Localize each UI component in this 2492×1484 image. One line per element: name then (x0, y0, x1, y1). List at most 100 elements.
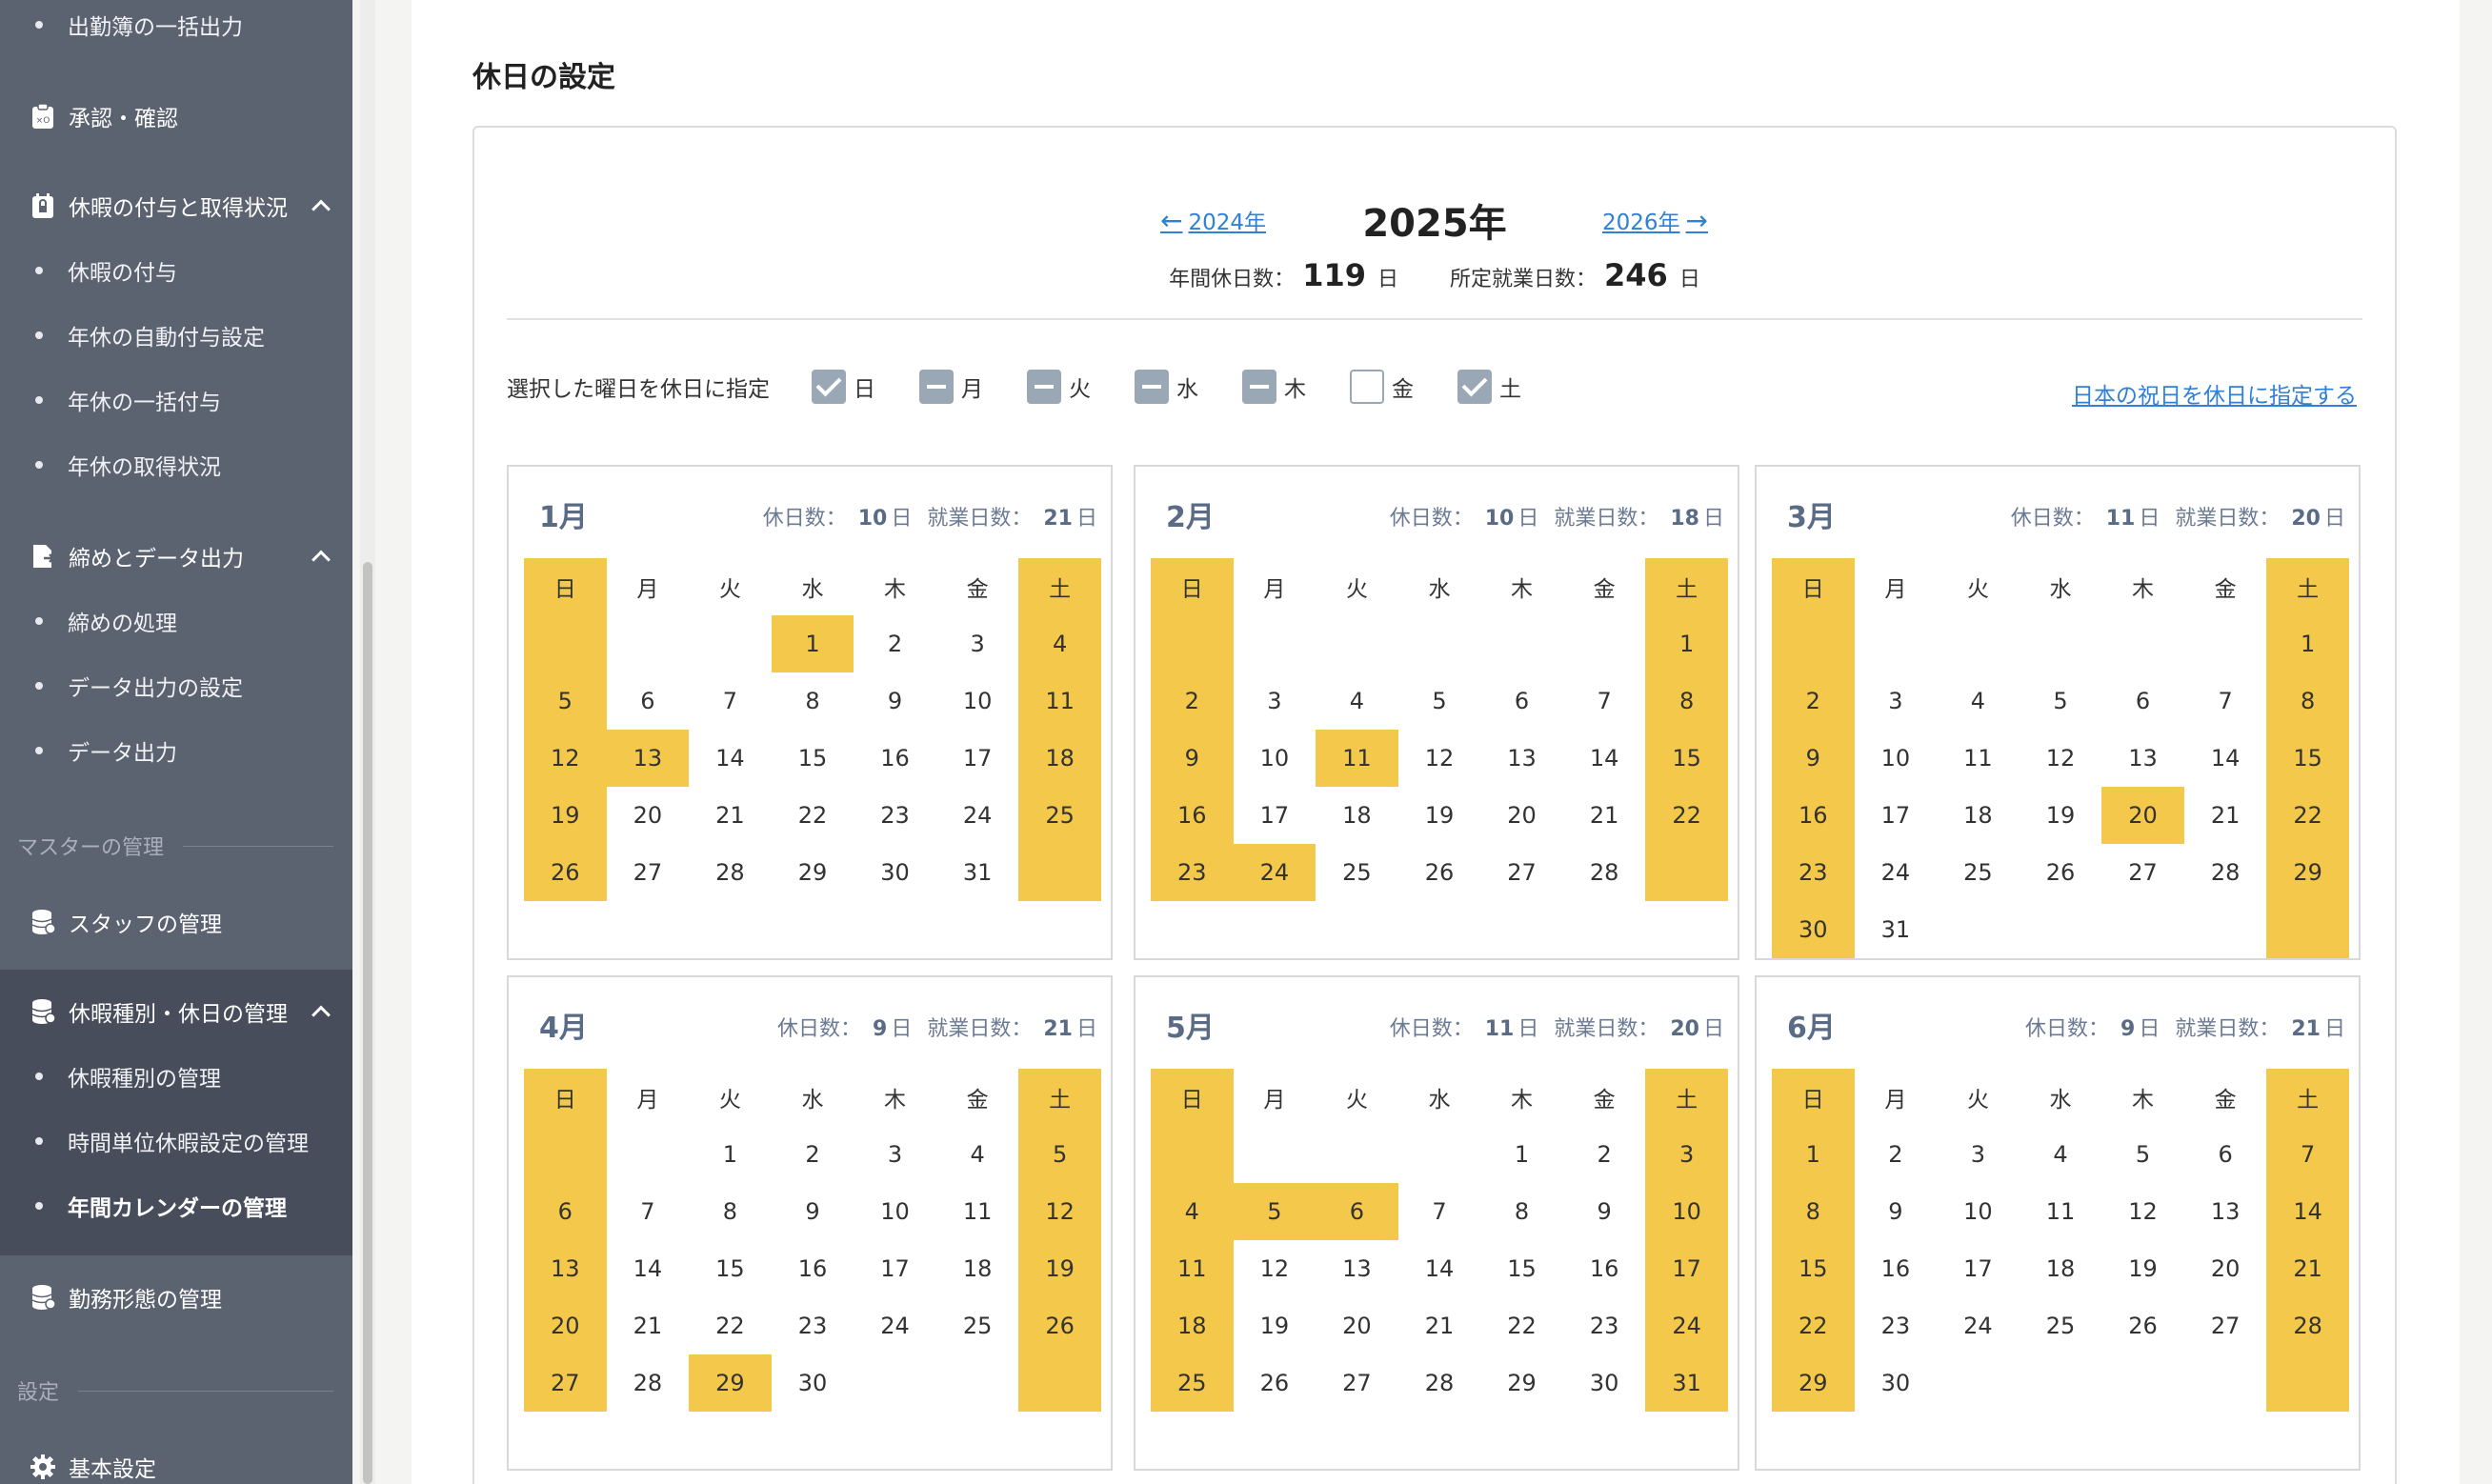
calendar-day[interactable]: 18 (1937, 787, 2020, 844)
calendar-day[interactable]: 21 (607, 1297, 690, 1354)
calendar-day-holiday[interactable]: 19 (1018, 1240, 1101, 1297)
calendar-day-holiday[interactable]: 12 (1018, 1183, 1101, 1240)
calendar-day-holiday[interactable]: 26 (524, 844, 607, 901)
calendar-day-holiday[interactable]: 6 (524, 1183, 607, 1240)
calendar-day-holiday[interactable]: 25 (1151, 1354, 1234, 1412)
weekday-checkbox-5[interactable]: 金 (1350, 370, 1414, 404)
calendar-day[interactable]: 17 (936, 730, 1019, 787)
calendar-day[interactable]: 15 (772, 730, 854, 787)
calendar-day[interactable]: 17 (1855, 787, 1938, 844)
calendar-day[interactable]: 4 (1937, 672, 2020, 730)
calendar-day-holiday[interactable]: 23 (1772, 844, 1855, 901)
calendar-day[interactable]: 2 (854, 615, 936, 672)
calendar-day-holiday[interactable]: 18 (1018, 730, 1101, 787)
calendar-day[interactable]: 30 (772, 1354, 854, 1412)
calendar-day-holiday[interactable]: 11 (1151, 1240, 1234, 1297)
calendar-day[interactable]: 14 (689, 730, 772, 787)
calendar-day[interactable]: 23 (1855, 1297, 1938, 1354)
calendar-day[interactable]: 24 (936, 787, 1019, 844)
calendar-day[interactable]: 12 (1398, 730, 1481, 787)
calendar-day[interactable]: 18 (936, 1240, 1019, 1297)
sidebar-item-6[interactable]: 年休の取得状況 (0, 446, 352, 484)
calendar-day[interactable]: 15 (689, 1240, 772, 1297)
calendar-day[interactable]: 27 (1316, 1354, 1398, 1412)
calendar-day-holiday[interactable]: 6 (1316, 1183, 1398, 1240)
calendar-day[interactable]: 17 (854, 1240, 936, 1297)
sidebar-item-2[interactable]: 休暇の付与と取得状況 (0, 179, 352, 232)
calendar-day[interactable]: 9 (854, 672, 936, 730)
calendar-day[interactable]: 15 (1480, 1240, 1563, 1297)
calendar-day[interactable]: 3 (1855, 672, 1938, 730)
chevron-up-icon[interactable] (312, 199, 331, 219)
sidebar-item-1[interactable]: ×O 承認・確認 (0, 90, 352, 143)
calendar-day[interactable]: 3 (1937, 1126, 2020, 1183)
calendar-day[interactable]: 24 (1937, 1297, 2020, 1354)
calendar-day[interactable]: 20 (607, 787, 690, 844)
calendar-day-holiday[interactable]: 4 (1018, 615, 1101, 672)
calendar-day[interactable]: 22 (1480, 1297, 1563, 1354)
calendar-day[interactable]: 11 (1937, 730, 2020, 787)
calendar-day[interactable]: 13 (2184, 1183, 2267, 1240)
calendar-day[interactable]: 12 (2020, 730, 2102, 787)
calendar-day-holiday[interactable]: 8 (2266, 672, 2349, 730)
calendar-day[interactable]: 27 (2184, 1297, 2267, 1354)
calendar-day[interactable]: 11 (936, 1183, 1019, 1240)
calendar-day[interactable]: 7 (1398, 1183, 1481, 1240)
calendar-day[interactable]: 4 (1316, 672, 1398, 730)
calendar-day-holiday[interactable]: 2 (1772, 672, 1855, 730)
calendar-day[interactable]: 22 (689, 1297, 772, 1354)
calendar-day[interactable]: 21 (2184, 787, 2267, 844)
calendar-day[interactable]: 19 (2101, 1240, 2184, 1297)
calendar-day[interactable]: 24 (854, 1297, 936, 1354)
calendar-day[interactable]: 30 (854, 844, 936, 901)
calendar-day[interactable]: 22 (772, 787, 854, 844)
calendar-day[interactable]: 10 (1234, 730, 1316, 787)
calendar-day-holiday[interactable]: 5 (1018, 1126, 1101, 1183)
calendar-day-holiday[interactable]: 13 (524, 1240, 607, 1297)
calendar-day[interactable]: 28 (1563, 844, 1646, 901)
chevron-up-icon[interactable] (312, 550, 331, 570)
weekday-checkbox-3[interactable]: 水 (1135, 370, 1198, 404)
calendar-day-holiday[interactable]: 25 (1018, 787, 1101, 844)
checkbox-checked-icon[interactable] (1457, 370, 1492, 404)
calendar-day[interactable]: 7 (607, 1183, 690, 1240)
calendar-day[interactable]: 27 (2101, 844, 2184, 901)
calendar-day[interactable]: 23 (854, 787, 936, 844)
weekday-checkbox-1[interactable]: 月 (919, 370, 983, 404)
calendar-day[interactable]: 2 (1563, 1126, 1646, 1183)
calendar-day[interactable]: 14 (2184, 730, 2267, 787)
calendar-day[interactable]: 6 (1480, 672, 1563, 730)
calendar-day[interactable]: 30 (1563, 1354, 1646, 1412)
checkbox-empty-icon[interactable] (1350, 370, 1384, 404)
calendar-day[interactable]: 12 (1234, 1240, 1316, 1297)
sidebar-item-7[interactable]: 締めとデータ出力 (0, 530, 352, 583)
calendar-day[interactable]: 9 (772, 1183, 854, 1240)
calendar-day[interactable]: 23 (772, 1297, 854, 1354)
sidebar-item-4[interactable]: 年休の自動付与設定 (0, 316, 352, 354)
sidebar-scrollbar-thumb[interactable] (363, 562, 372, 1484)
calendar-day[interactable]: 5 (2101, 1126, 2184, 1183)
calendar-day[interactable]: 26 (2020, 844, 2102, 901)
checkbox-indeterminate-icon[interactable] (1027, 370, 1061, 404)
calendar-day-holiday[interactable]: 9 (1151, 730, 1234, 787)
calendar-day[interactable]: 14 (1398, 1240, 1481, 1297)
calendar-day-holiday[interactable]: 15 (2266, 730, 2349, 787)
sidebar-item-15[interactable]: 時間単位休暇設定の管理 (0, 1122, 352, 1160)
sidebar-item-13[interactable]: 休暇種別・休日の管理 (0, 985, 352, 1038)
calendar-day[interactable]: 28 (607, 1354, 690, 1412)
calendar-day[interactable]: 10 (936, 672, 1019, 730)
calendar-day[interactable]: 3 (936, 615, 1019, 672)
calendar-day[interactable]: 13 (1316, 1240, 1398, 1297)
calendar-day-holiday[interactable]: 15 (1772, 1240, 1855, 1297)
calendar-day[interactable]: 20 (2184, 1240, 2267, 1297)
calendar-day-holiday[interactable]: 27 (524, 1354, 607, 1412)
calendar-day[interactable]: 27 (607, 844, 690, 901)
calendar-day-holiday[interactable]: 15 (1645, 730, 1728, 787)
calendar-day-holiday[interactable]: 8 (1772, 1183, 1855, 1240)
checkbox-indeterminate-icon[interactable] (919, 370, 954, 404)
calendar-day[interactable]: 7 (1563, 672, 1646, 730)
calendar-day-holiday[interactable]: 29 (1772, 1354, 1855, 1412)
calendar-day[interactable]: 10 (854, 1183, 936, 1240)
checkbox-checked-icon[interactable] (812, 370, 846, 404)
calendar-day[interactable]: 2 (772, 1126, 854, 1183)
